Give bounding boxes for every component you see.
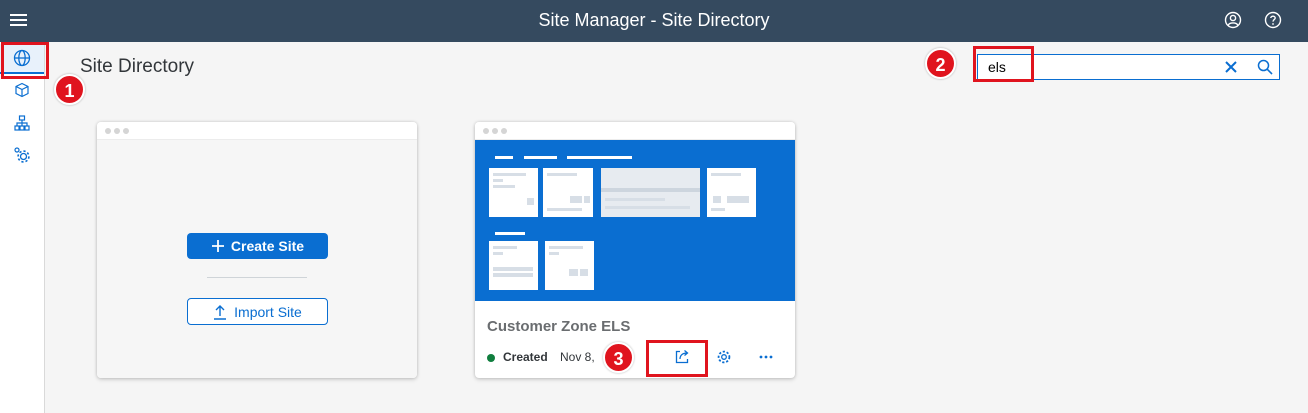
shell-title: Site Manager - Site Directory bbox=[538, 10, 770, 30]
step-marker-3: 3 bbox=[603, 342, 634, 373]
shell-bar: Site Manager - Site Directory bbox=[0, 0, 1308, 42]
site-card[interactable]: Customer Zone ELS Created Nov 8, bbox=[475, 122, 795, 378]
highlight-box-go-to-site bbox=[646, 340, 708, 377]
nav-item-content-manager[interactable] bbox=[0, 75, 44, 105]
create-site-label: Create Site bbox=[230, 238, 305, 254]
highlight-box-search bbox=[973, 46, 1034, 82]
overflow-icon bbox=[759, 355, 773, 359]
more-options-button[interactable] bbox=[755, 346, 777, 368]
nav-item-settings[interactable] bbox=[0, 140, 44, 170]
step-marker-1: 1 bbox=[54, 74, 85, 105]
create-site-button[interactable]: Create Site bbox=[187, 233, 328, 259]
user-avatar-icon[interactable] bbox=[1224, 11, 1242, 29]
page-title: Site Directory bbox=[80, 56, 195, 77]
cube-icon bbox=[15, 82, 29, 98]
search-icon[interactable] bbox=[1256, 58, 1274, 76]
import-site-label: Import Site bbox=[234, 303, 302, 320]
step-marker-2: 2 bbox=[925, 48, 956, 79]
upload-icon bbox=[214, 304, 227, 320]
side-navigation bbox=[0, 42, 45, 413]
divider bbox=[207, 277, 307, 278]
status-text: Created bbox=[503, 350, 548, 364]
hierarchy-icon bbox=[14, 115, 30, 131]
import-site-button[interactable]: Import Site bbox=[187, 298, 328, 325]
settings-icon bbox=[717, 350, 731, 364]
create-site-card: Create Site Import Site bbox=[97, 122, 417, 378]
card-window-bar bbox=[97, 122, 417, 140]
site-preview-thumbnail[interactable] bbox=[475, 140, 795, 301]
settings-icon bbox=[14, 147, 30, 163]
highlight-box-site-directory bbox=[1, 42, 49, 79]
nav-item-channel-manager[interactable] bbox=[0, 108, 44, 138]
site-date: Nov 8, bbox=[560, 350, 595, 364]
clear-icon[interactable] bbox=[1223, 59, 1239, 75]
site-settings-button[interactable] bbox=[713, 346, 735, 368]
help-icon[interactable] bbox=[1264, 11, 1282, 29]
status-indicator bbox=[487, 354, 495, 362]
create-site-card-body: Create Site Import Site bbox=[97, 140, 417, 378]
plus-icon bbox=[211, 240, 224, 252]
site-name[interactable]: Customer Zone ELS bbox=[487, 318, 630, 335]
card-window-bar bbox=[475, 122, 795, 140]
